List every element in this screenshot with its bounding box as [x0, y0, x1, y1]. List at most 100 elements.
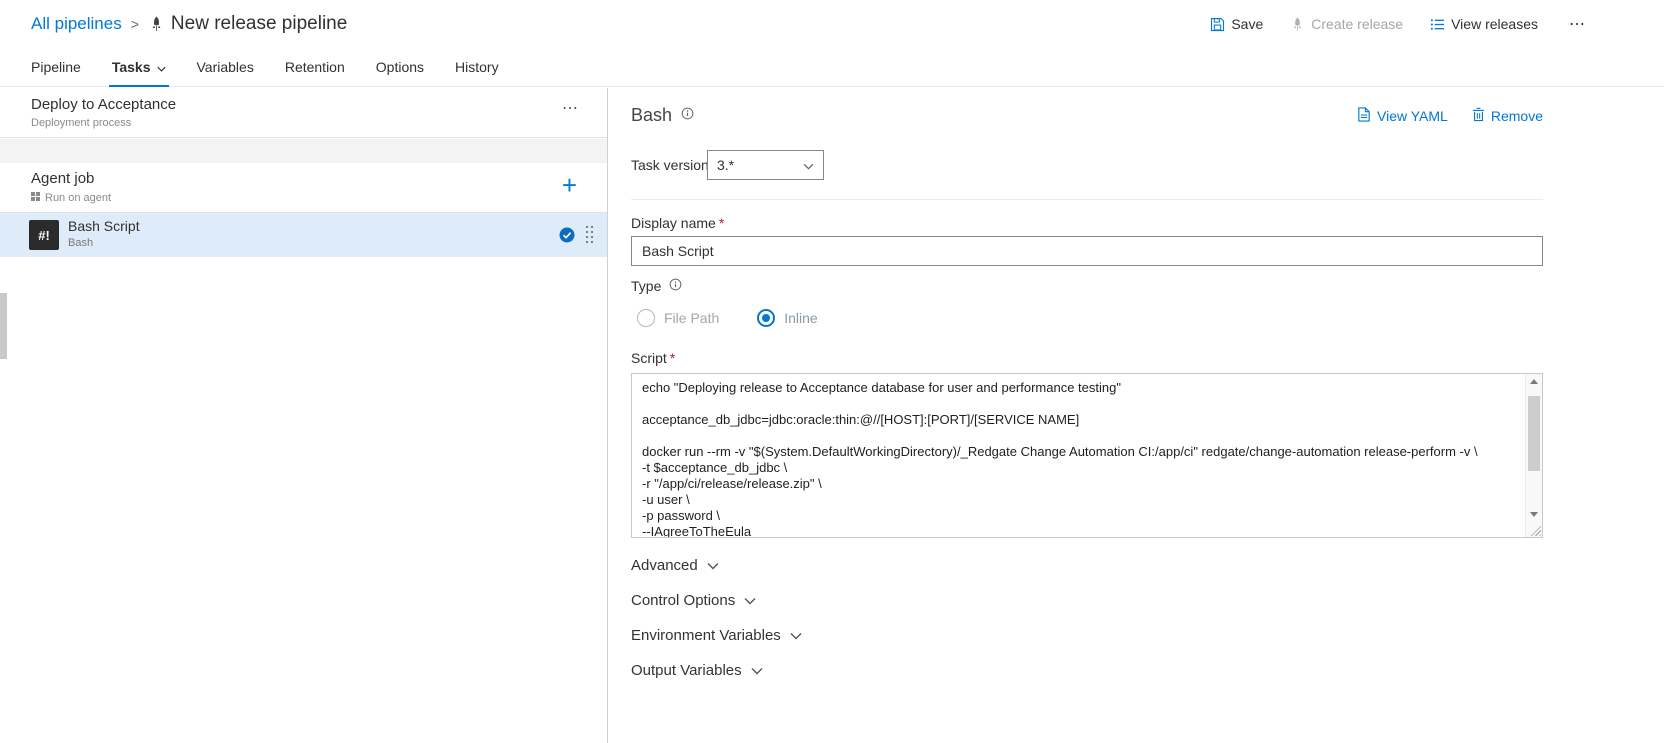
type-label: Type: [631, 278, 682, 294]
task-detail-panel: Bash View YAML Remove Task version 3.* D…: [609, 88, 1664, 743]
drag-grip-icon[interactable]: [586, 226, 593, 243]
stage-subtitle: Deployment process: [31, 117, 132, 129]
chevron-down-icon: [751, 662, 763, 679]
section-environment-variables[interactable]: Environment Variables: [631, 627, 802, 644]
view-releases-label: View releases: [1451, 16, 1538, 32]
display-name-label-text: Display name: [631, 215, 716, 231]
add-task-button[interactable]: +: [562, 172, 577, 198]
display-name-label: Display name *: [631, 215, 724, 231]
task-detail-actions: View YAML Remove: [1357, 107, 1543, 125]
tab-options-label: Options: [375, 59, 425, 75]
tab-pipeline-label: Pipeline: [31, 59, 81, 75]
breadcrumb-all-pipelines[interactable]: All pipelines: [31, 14, 122, 34]
rocket-icon: [1290, 16, 1305, 32]
breadcrumb-separator: >: [130, 16, 139, 32]
tab-tasks-label: Tasks: [111, 59, 151, 75]
agent-job-subtitle: Run on agent: [31, 192, 111, 204]
info-icon[interactable]: [681, 107, 694, 125]
type-radio-group: File Path Inline: [637, 309, 818, 327]
tab-options[interactable]: Options: [376, 48, 424, 86]
script-scrollbar[interactable]: [1525, 374, 1542, 537]
radio-file-path-label: File Path: [664, 310, 720, 326]
save-button[interactable]: Save: [1210, 16, 1263, 32]
tab-retention-label: Retention: [284, 59, 345, 75]
view-yaml-button[interactable]: View YAML: [1357, 107, 1448, 125]
panel-gap: [0, 139, 607, 163]
command-bar: Save Create release View releases ⋯: [1210, 0, 1590, 48]
agent-job-subtitle-label: Run on agent: [45, 192, 112, 204]
trash-icon: [1472, 107, 1485, 125]
stage-title: Deploy to Acceptance: [31, 96, 177, 113]
create-release-button[interactable]: Create release: [1290, 16, 1403, 32]
task-version-label: Task version: [631, 157, 709, 173]
section-advanced[interactable]: Advanced: [631, 557, 719, 574]
section-environment-variables-label: Environment Variables: [631, 627, 781, 644]
breadcrumb: All pipelines > New release pipeline: [31, 0, 347, 48]
script-textarea[interactable]: echo "Deploying release to Acceptance da…: [632, 374, 1525, 537]
left-panel-scrollbar[interactable]: [0, 293, 7, 359]
remove-label: Remove: [1490, 108, 1543, 124]
view-yaml-label: View YAML: [1377, 108, 1448, 124]
section-control-options[interactable]: Control Options: [631, 592, 756, 609]
agent-icon: [31, 192, 40, 204]
stage-more-button[interactable]: ⋯: [562, 98, 579, 118]
radio-inline-label: Inline: [784, 310, 818, 326]
tab-tasks[interactable]: Tasks: [108, 48, 169, 87]
bash-task-icon: #!: [29, 220, 59, 250]
section-output-variables[interactable]: Output Variables: [631, 662, 763, 679]
check-circle-icon: [559, 227, 575, 248]
task-row-bash-script[interactable]: #! Bash Script Bash: [0, 213, 607, 257]
page-title: New release pipeline: [170, 13, 348, 34]
section-control-options-label: Control Options: [631, 592, 736, 609]
task-detail-title: Bash: [631, 105, 673, 125]
script-label-text: Script: [631, 350, 667, 366]
release-pipeline-icon: [149, 16, 164, 32]
task-version-select[interactable]: 3.*: [707, 150, 824, 180]
scrollbar-thumb[interactable]: [1528, 396, 1540, 471]
tab-variables[interactable]: Variables: [197, 48, 254, 86]
type-label-text: Type: [631, 278, 662, 294]
script-label: Script *: [631, 350, 675, 366]
chevron-down-icon: [707, 557, 719, 574]
section-output-variables-label: Output Variables: [631, 662, 742, 679]
create-release-label: Create release: [1311, 16, 1404, 32]
radio-circle-unselected: [637, 309, 655, 327]
remove-task-button[interactable]: Remove: [1472, 107, 1543, 125]
chevron-down-icon: [744, 592, 756, 609]
radio-file-path[interactable]: File Path: [637, 309, 719, 327]
display-name-input[interactable]: [631, 236, 1543, 266]
agent-job-row[interactable]: Agent job Run on agent +: [0, 163, 607, 213]
tab-pipeline[interactable]: Pipeline: [31, 48, 81, 86]
yaml-file-icon: [1357, 107, 1371, 125]
tab-variables-label: Variables: [196, 59, 254, 75]
tab-history-label: History: [455, 59, 499, 75]
info-icon[interactable]: [669, 278, 682, 294]
task-title: Bash Script: [68, 218, 140, 234]
tab-bar: Pipeline Tasks Variables Retention Optio…: [0, 48, 1664, 87]
section-divider: [631, 199, 1543, 200]
required-marker: *: [669, 350, 676, 366]
save-label: Save: [1231, 16, 1264, 32]
header: All pipelines > New release pipeline Sav…: [0, 0, 1664, 48]
chevron-down-icon: [803, 157, 814, 173]
script-editor: echo "Deploying release to Acceptance da…: [631, 373, 1543, 538]
radio-inline[interactable]: Inline: [757, 309, 818, 327]
section-advanced-label: Advanced: [631, 557, 698, 574]
radio-circle-selected: [757, 309, 776, 327]
task-detail-header: Bash: [631, 105, 694, 126]
chevron-down-icon: [790, 627, 802, 644]
release-pipeline-editor: All pipelines > New release pipeline Sav…: [0, 0, 1664, 743]
task-subtitle: Bash: [68, 237, 94, 249]
tab-history[interactable]: History: [455, 48, 499, 86]
scroll-down-arrow[interactable]: [1526, 507, 1542, 522]
agent-job-title: Agent job: [31, 170, 95, 187]
save-icon: [1210, 17, 1225, 32]
list-icon: [1430, 17, 1445, 32]
chevron-down-icon: [156, 59, 166, 75]
scroll-up-arrow[interactable]: [1526, 374, 1542, 389]
tab-retention[interactable]: Retention: [285, 48, 345, 86]
stage-header[interactable]: Deploy to Acceptance Deployment process …: [0, 88, 607, 138]
view-releases-button[interactable]: View releases: [1430, 16, 1538, 32]
task-version-value: 3.*: [717, 157, 735, 173]
more-actions-button[interactable]: ⋯: [1565, 14, 1590, 34]
